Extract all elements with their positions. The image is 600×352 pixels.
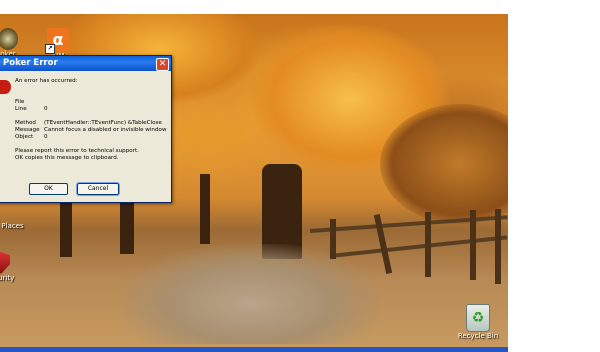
error-field-row: Message Cannot focus a disabled or invis…	[15, 127, 167, 134]
poker-icon	[0, 28, 18, 50]
fence-rail	[309, 215, 508, 233]
shortcut-arrow-icon: ↗	[45, 44, 55, 54]
cancel-button[interactable]: Cancel	[76, 182, 120, 196]
fence-post	[470, 210, 476, 280]
error-field-row: Line 0	[15, 106, 167, 113]
aim-icon: α ↗	[45, 28, 69, 54]
error-icon	[0, 80, 11, 94]
recycle-symbol-icon: ♻	[471, 310, 485, 326]
field-key: Message	[15, 127, 40, 133]
ok-button[interactable]: OK	[29, 183, 68, 195]
close-icon: ✕	[158, 59, 167, 69]
error-field-row: Method (TEventHandler::TEventFunc) &Tabl…	[15, 120, 167, 127]
shield-icon	[0, 252, 10, 274]
dialog-title: Poker Error	[3, 58, 58, 68]
dialog-titlebar[interactable]: Poker Error ✕	[0, 56, 171, 71]
field-key: Method	[15, 120, 36, 126]
error-field-row: File	[15, 99, 167, 106]
field-key: Line	[15, 106, 27, 112]
desktop-icon-network-places[interactable]: th Places	[0, 222, 28, 231]
fence-post	[425, 212, 431, 277]
close-button[interactable]: ✕	[156, 58, 169, 71]
clipboard-message: OK copies this message to clipboard.	[15, 155, 119, 161]
field-value: 0	[44, 106, 48, 112]
error-dialog: Poker Error ✕ An error has occurred: Fil…	[0, 55, 172, 203]
dialog-body: An error has occurred: File Line 0 Metho…	[15, 78, 167, 162]
field-key: Object	[15, 134, 34, 140]
desktop-icon-security[interactable]: ecurity ...	[0, 252, 30, 292]
desktop-icon-recycle-bin[interactable]: ♻ Recycle Bin	[452, 304, 504, 341]
leaf-covered-path	[120, 244, 380, 344]
tree-trunk	[60, 202, 72, 257]
field-value: 0	[44, 134, 48, 140]
tree-trunk	[200, 174, 210, 244]
fence-post	[330, 219, 336, 259]
error-heading: An error has occurred:	[15, 78, 78, 84]
recycle-bin-icon: ♻	[466, 304, 490, 332]
desktop-icon-label: ...	[0, 283, 30, 292]
support-message: Please report this error to technical su…	[15, 148, 139, 154]
fence-post	[495, 209, 501, 284]
taskbar[interactable]	[0, 347, 508, 352]
desktop-icon-label: th Places	[0, 222, 24, 230]
field-key: File	[15, 99, 25, 105]
error-field-row: Object 0	[15, 134, 167, 141]
field-value: Cannot focus a disabled or invisible win…	[44, 127, 167, 133]
desktop-icon-label: Recycle Bin	[457, 332, 499, 340]
field-value: (TEventHandler::TEventFunc) &TableClose	[44, 120, 162, 126]
desktop-icon-label: ecurity	[0, 274, 15, 282]
